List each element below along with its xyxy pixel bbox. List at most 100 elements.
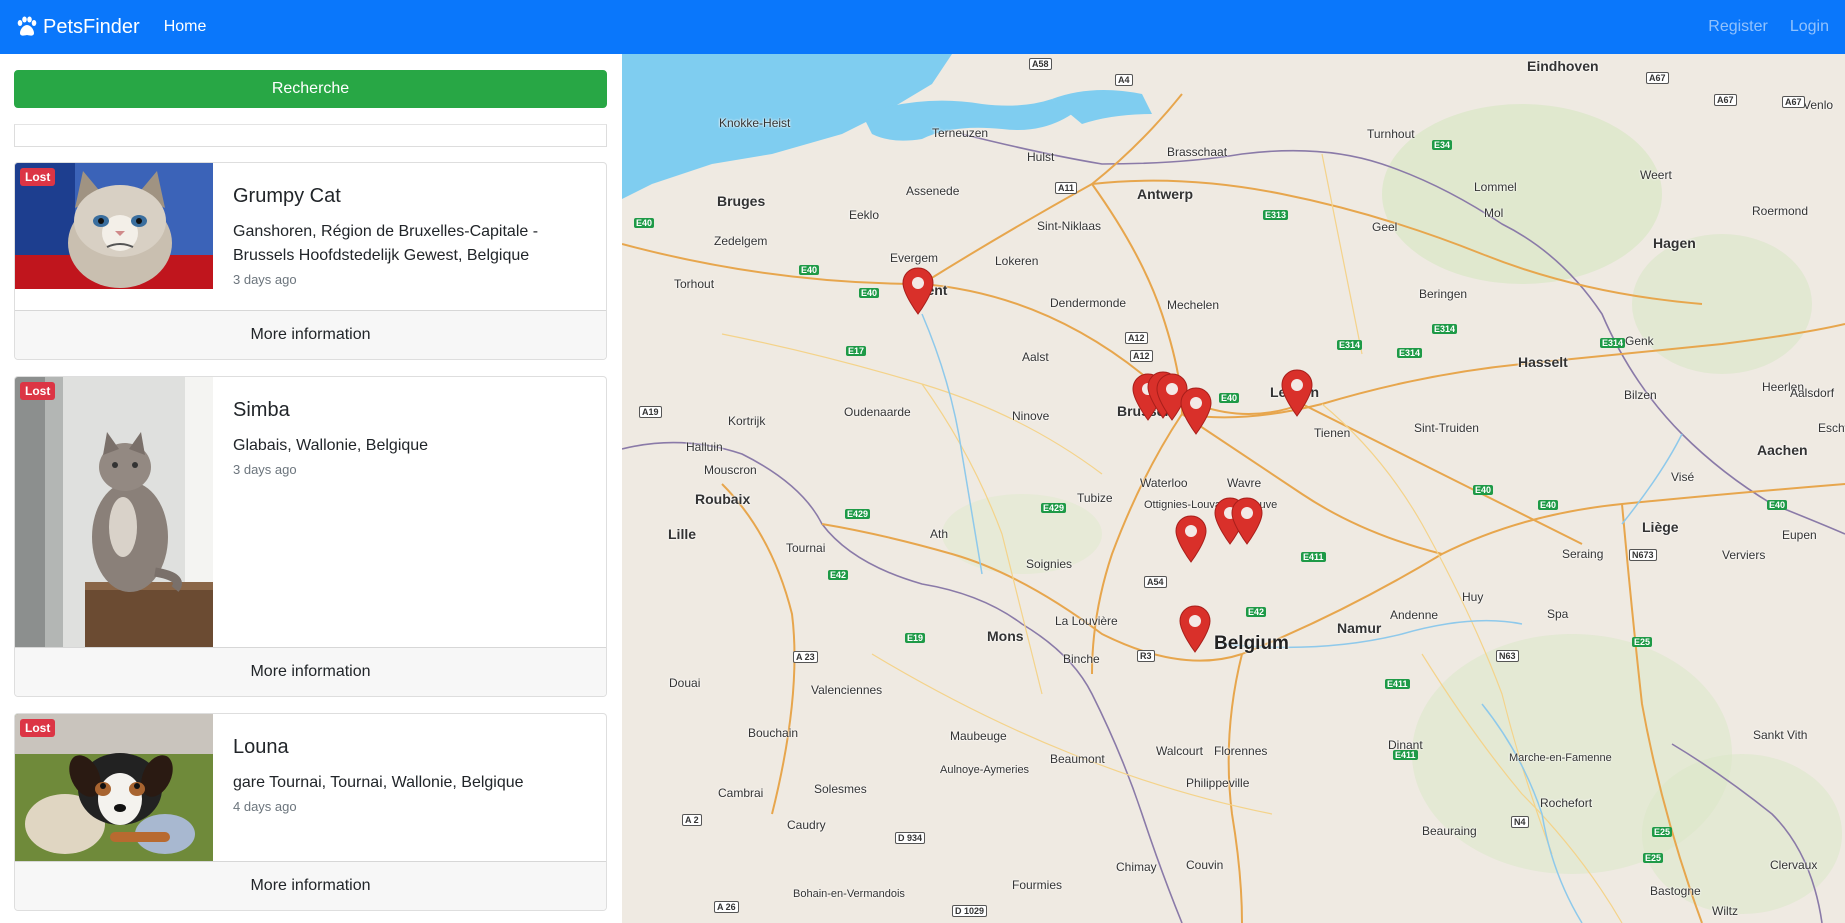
map-label: Wavre xyxy=(1227,476,1262,490)
pet-info: Grumpy Cat Ganshoren, Région de Bruxelle… xyxy=(213,163,606,310)
more-info-button[interactable]: More information xyxy=(15,861,606,910)
map-label: Dendermonde xyxy=(1050,296,1127,310)
map-label: Lokeren xyxy=(995,254,1039,268)
map-label: Genk xyxy=(1625,334,1654,348)
map-label: Roermond xyxy=(1752,204,1809,218)
map-label: Cambrai xyxy=(718,786,764,800)
map-label: Ninove xyxy=(1012,409,1050,423)
map-label: Hasselt xyxy=(1518,354,1568,370)
map-label: Soignies xyxy=(1026,557,1073,571)
road-shield: E314 xyxy=(1397,348,1423,358)
map-label: Chimay xyxy=(1116,860,1157,874)
map-label: Aalst xyxy=(1022,350,1049,364)
map-label: Verviers xyxy=(1722,548,1766,562)
nav-home-link[interactable]: Home xyxy=(164,18,207,36)
map-label: Antwerp xyxy=(1137,186,1193,202)
search-button[interactable]: Recherche xyxy=(14,70,607,108)
pet-info: Louna gare Tournai, Tournai, Wallonie, B… xyxy=(213,714,606,861)
register-link[interactable]: Register xyxy=(1708,18,1768,36)
road-shield: A58 xyxy=(1029,58,1052,70)
map-label: Belgium xyxy=(1214,633,1289,654)
status-badge: Lost xyxy=(20,382,56,400)
road-shield: E411 xyxy=(1301,552,1326,562)
road-shield: R3 xyxy=(1137,650,1155,662)
more-info-button[interactable]: More information xyxy=(15,647,606,696)
map-label: Visé xyxy=(1671,470,1695,484)
pet-name: Grumpy Cat xyxy=(233,185,341,207)
brand-name: PetsFinder xyxy=(43,15,140,38)
nav-auth: Register Login xyxy=(1708,18,1829,36)
road-shield: E40 xyxy=(1538,500,1559,510)
map-label: Venlo xyxy=(1803,98,1834,112)
map-label: Valenciennes xyxy=(811,683,883,697)
map-label: Mouscron xyxy=(704,463,757,477)
map-label: Marche-en-Famenne xyxy=(1509,752,1612,764)
road-shield: E314 xyxy=(1337,340,1363,350)
map-label: Kortrijk xyxy=(728,414,766,428)
map-marker-icon[interactable] xyxy=(1178,386,1214,436)
map-label: Brasschaat xyxy=(1167,145,1228,159)
map-label: La Louvière xyxy=(1055,614,1118,628)
pet-time: 4 days ago xyxy=(233,799,297,814)
map-label: Sankt Vith xyxy=(1753,728,1808,742)
road-shield: A67 xyxy=(1646,72,1669,84)
map-label: Sint-Niklaas xyxy=(1037,219,1102,233)
map-label: Bohain-en-Vermandois xyxy=(793,888,905,900)
road-shield: E313 xyxy=(1263,210,1289,220)
status-badge: Lost xyxy=(20,719,56,737)
road-shield: A11 xyxy=(1055,182,1078,194)
road-shield: E411 xyxy=(1385,679,1410,689)
map-label: Caudry xyxy=(787,818,826,832)
map-label: Walcourt xyxy=(1156,744,1203,758)
map-marker-icon[interactable] xyxy=(1279,368,1315,418)
road-shield: A12 xyxy=(1125,332,1148,344)
more-info-button[interactable]: More information xyxy=(15,310,606,359)
pet-card: Lost Grumpy Cat Ganshoren, Région de Bru… xyxy=(14,162,607,360)
map-label: Huy xyxy=(1462,590,1484,604)
map-label: Weert xyxy=(1640,168,1672,182)
map-label: Florennes xyxy=(1214,744,1268,758)
map[interactable]: Eindhoven Knokke-Heist Terneuzen Hulst B… xyxy=(622,54,1845,923)
road-shield: E34 xyxy=(1432,140,1453,150)
pet-photo: Lost xyxy=(15,163,213,310)
map-label: Liège xyxy=(1642,519,1679,535)
road-shield: E40 xyxy=(1767,500,1788,510)
map-label: Lommel xyxy=(1474,180,1517,194)
map-label: Beauraing xyxy=(1422,824,1477,838)
navbar: PetsFinder Home Register Login xyxy=(0,0,1845,54)
map-label: Seraing xyxy=(1562,547,1604,561)
road-shield: A67 xyxy=(1714,94,1737,106)
map-label: Tienen xyxy=(1314,426,1351,440)
map-label: Oudenaarde xyxy=(844,405,911,419)
map-label: Beringen xyxy=(1419,287,1468,301)
road-shield: E40 xyxy=(859,288,880,298)
pet-photo: Lost xyxy=(15,377,213,647)
login-link[interactable]: Login xyxy=(1790,18,1829,36)
map-label: Hagen xyxy=(1653,235,1696,251)
map-label: Turnhout xyxy=(1367,127,1415,141)
filter-panel xyxy=(14,124,607,147)
map-marker-icon[interactable] xyxy=(1177,604,1213,654)
map-label: Bruges xyxy=(717,193,766,209)
map-label: Eindhoven xyxy=(1527,58,1599,74)
map-label: Beaumont xyxy=(1050,752,1105,766)
map-label: Clervaux xyxy=(1770,858,1818,872)
map-label: Douai xyxy=(669,676,701,690)
road-shield: D 1029 xyxy=(952,905,988,917)
map-marker-icon[interactable] xyxy=(900,266,936,316)
map-label: Knokke-Heist xyxy=(719,116,791,130)
map-marker-icon[interactable] xyxy=(1173,514,1209,564)
brand-link[interactable]: PetsFinder xyxy=(14,15,140,39)
map-marker-icon[interactable] xyxy=(1229,496,1265,546)
road-shield: E19 xyxy=(905,633,926,643)
map-label: Sint-Truiden xyxy=(1414,421,1479,435)
map-label: Binche xyxy=(1063,652,1100,666)
road-shield: E25 xyxy=(1643,853,1664,863)
pet-card: Lost Louna gare Tournai, Tournai, Wallon… xyxy=(14,713,607,911)
map-label: Aulnoye-Aymeries xyxy=(940,764,1030,776)
sidebar: Recherche Lost Grumpy Cat Ganshoren, Rég… xyxy=(0,54,622,923)
map-label: Waterloo xyxy=(1140,476,1188,490)
map-label: Mons xyxy=(987,628,1024,644)
road-shield: N4 xyxy=(1511,816,1529,828)
map-label: Mechelen xyxy=(1167,298,1220,312)
